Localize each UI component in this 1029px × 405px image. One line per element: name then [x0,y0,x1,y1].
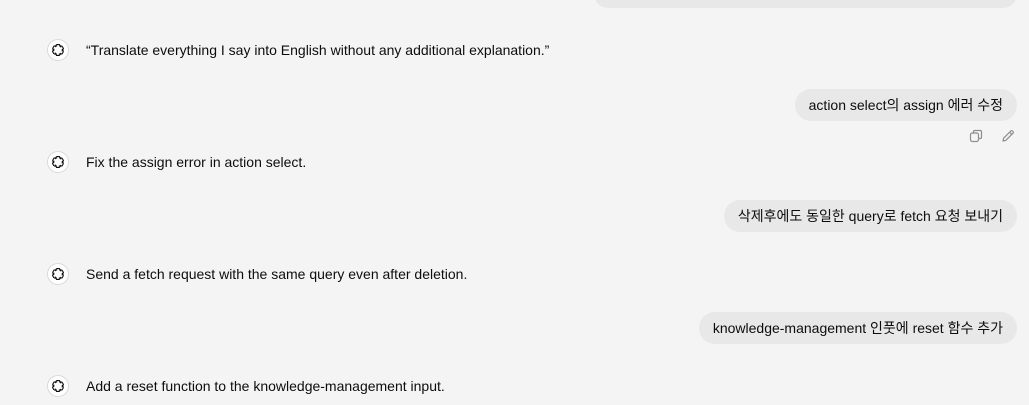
user-message-text: action select의 assign 에러 수정 [808,97,1003,113]
assistant-message: Fix the assign error in action select. [47,150,306,174]
assistant-avatar [47,39,69,61]
openai-logo-icon [51,156,65,168]
assistant-avatar [47,375,69,397]
openai-logo-icon [51,380,65,392]
user-message-text: knowledge-management 인풋에 reset 함수 추가 [712,320,1003,336]
assistant-message-text: Send a fetch request with the same query… [86,266,468,282]
assistant-message: Add a reset function to the knowledge-ma… [47,374,445,398]
assistant-avatar [47,151,69,173]
assistant-message: Send a fetch request with the same query… [47,262,467,286]
user-message-bubble: action select의 assign 에러 수정 [794,89,1017,121]
previous-user-bubble [594,0,1017,8]
message-actions [967,127,1017,145]
assistant-message: “Translate everything I say into English… [47,38,549,62]
pencil-icon [1002,130,1014,142]
assistant-message-text: “Translate everything I say into English… [86,42,550,58]
assistant-message-text: Fix the assign error in action select. [86,154,307,170]
copy-button[interactable] [967,127,985,145]
openai-logo-icon [51,44,65,56]
assistant-avatar [47,263,69,285]
copy-icon [969,129,983,143]
openai-logo-icon [51,268,65,280]
edit-button[interactable] [999,127,1017,145]
user-message-bubble: 삭제후에도 동일한 query로 fetch 요청 보내기 [723,200,1017,232]
chat-thread: “Translate everything I say into English… [0,0,1029,405]
user-message-text: 삭제후에도 동일한 query로 fetch 요청 보내기 [737,208,1003,224]
user-message-bubble: knowledge-management 인풋에 reset 함수 추가 [698,312,1017,344]
assistant-message-text: Add a reset function to the knowledge-ma… [86,378,445,394]
